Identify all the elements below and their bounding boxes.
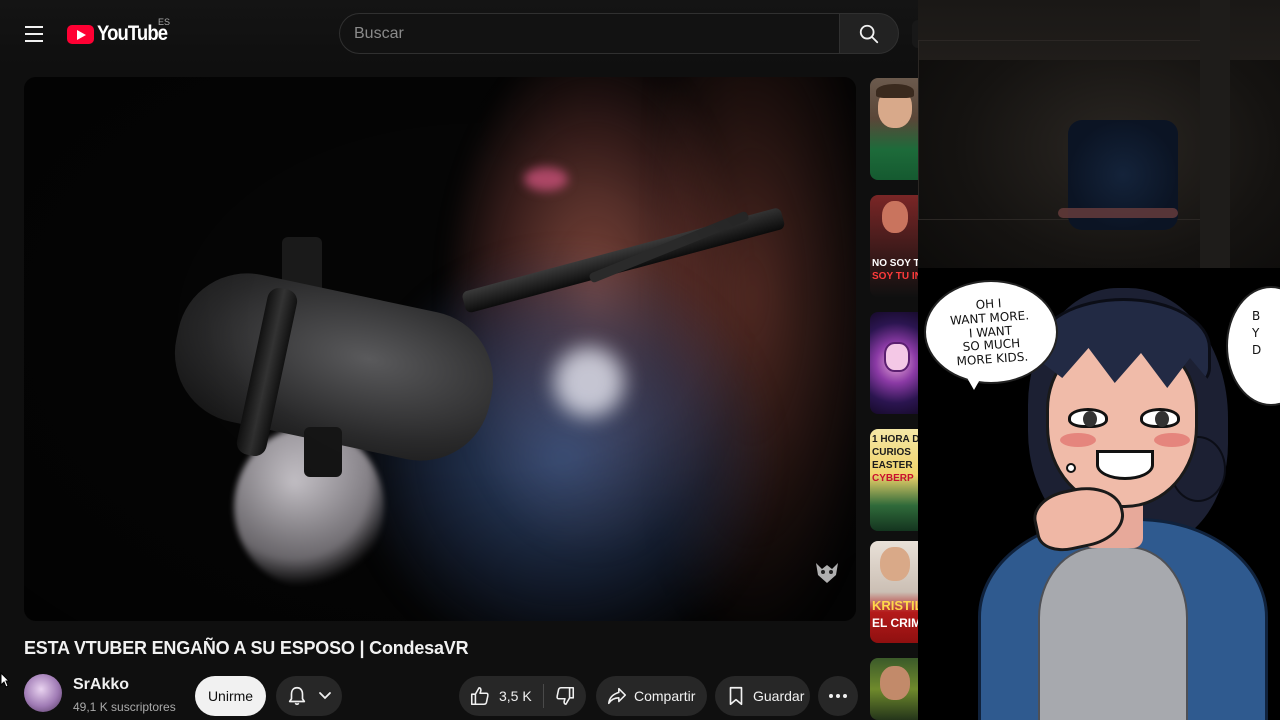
thumbs-down-icon <box>556 686 575 706</box>
search-button[interactable] <box>839 13 899 54</box>
save-button[interactable]: Guardar <box>715 676 810 716</box>
webcam-overlay <box>918 0 1280 268</box>
chevron-down-icon <box>319 692 331 700</box>
channel-watermark-icon[interactable] <box>812 557 842 587</box>
save-label: Guardar <box>753 688 805 704</box>
recommended-video-thumbnail[interactable]: 1 HORA D CURIOS EASTER CYBERP <box>870 429 918 531</box>
top-bar: YouTube ES <box>0 0 918 66</box>
like-dislike-group: 3,5 K <box>459 676 586 716</box>
thumbnail-caption: EASTER <box>872 460 913 471</box>
more-horizontal-icon <box>829 694 847 698</box>
recommended-video-thumbnail[interactable] <box>870 312 918 414</box>
mouse-cursor-icon <box>0 672 10 688</box>
youtube-play-icon <box>67 24 94 44</box>
youtube-window: YouTube ES EST <box>0 0 918 720</box>
logo-text: YouTube <box>97 22 168 45</box>
thumbnail-caption: CURIOS <box>872 447 911 458</box>
search-box[interactable] <box>339 13 839 54</box>
share-button[interactable]: Compartir <box>596 676 707 716</box>
country-code: ES <box>158 17 171 27</box>
speech-bubble-secondary-text: B Y D <box>1252 309 1262 357</box>
dislike-button[interactable] <box>544 676 586 716</box>
notifications-button[interactable] <box>276 676 342 716</box>
recommended-video-thumbnail[interactable] <box>870 78 918 180</box>
channel-avatar[interactable] <box>24 674 62 712</box>
speech-bubble-secondary: B Y D <box>1226 286 1280 406</box>
vtuber-overlay: OH I WANT MORE. I WANT SO MUCH MORE KIDS… <box>918 268 1280 720</box>
like-button[interactable]: 3,5 K <box>459 676 543 716</box>
thumbnail-caption: NO SOY TU <box>872 258 918 269</box>
join-button[interactable]: Unirme <box>195 676 266 716</box>
thumbnail-caption: 1 HORA D <box>872 434 918 445</box>
menu-button[interactable] <box>14 14 54 54</box>
bell-icon <box>288 686 306 706</box>
thumbnail-caption: KRISTIL <box>872 598 918 613</box>
subscriber-count: 49,1 K suscriptores <box>73 700 176 714</box>
recommended-video-thumbnail[interactable]: KRISTIL EL CRIME <box>870 541 918 643</box>
recommended-video-thumbnail[interactable] <box>870 658 918 720</box>
channel-name[interactable]: SrAkko <box>73 676 129 694</box>
thumbnail-caption: SOY TU IN <box>872 271 918 282</box>
speech-bubble-text: OH I WANT MORE. I WANT SO MUCH MORE KIDS… <box>950 295 1030 369</box>
thumbs-up-icon <box>470 686 489 706</box>
search-input[interactable] <box>354 24 839 43</box>
share-label: Compartir <box>634 688 696 704</box>
video-player[interactable] <box>24 77 856 621</box>
thumbnail-caption: CYBERP <box>872 473 914 484</box>
bookmark-icon <box>729 686 743 706</box>
video-title: ESTA VTUBER ENGAÑO A SU ESPOSO | Condesa… <box>24 638 469 658</box>
share-icon <box>607 687 627 705</box>
menu-icon <box>25 26 43 28</box>
search-icon <box>859 24 879 43</box>
recommended-video-thumbnail[interactable]: NO SOY TU SOY TU IN <box>870 195 918 297</box>
more-actions-button[interactable] <box>818 676 858 716</box>
speech-bubble: OH I WANT MORE. I WANT SO MUCH MORE KIDS… <box>924 280 1058 384</box>
thumbnail-caption: EL CRIME <box>872 616 918 630</box>
like-count: 3,5 K <box>499 688 532 704</box>
